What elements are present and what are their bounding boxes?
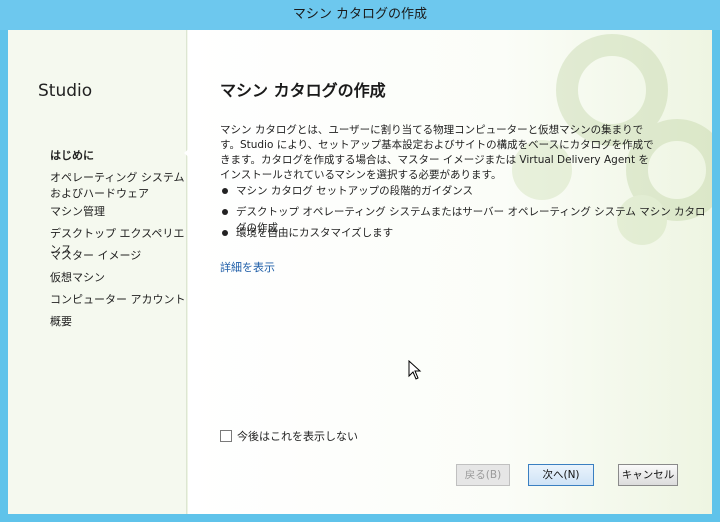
bullet-icon (222, 209, 228, 215)
feature-item: マシン カタログ セットアップの段階的ガイダンス (220, 183, 712, 204)
feature-list: マシン カタログ セットアップの段階的ガイダンス デスクトップ オペレーティング… (220, 183, 712, 246)
step-virtual-machines[interactable]: 仮想マシン (50, 269, 186, 291)
feature-item: デスクトップ オペレーティング システムまたはサーバー オペレーティング システ… (220, 204, 712, 234)
details-link[interactable]: 詳細を表示 (220, 259, 275, 275)
studio-brand: Studio (38, 81, 93, 101)
dialog-window: マシン カタログの作成 Studio はじめに オペレーティング システム および… (0, 0, 720, 522)
dont-show-label: 今後はこれを表示しない (237, 430, 358, 443)
page-heading: マシン カタログの作成 (220, 81, 386, 100)
dont-show-checkbox[interactable] (220, 430, 232, 442)
step-label: マスター イメージ (50, 249, 142, 262)
step-label: コンピューター アカウント (50, 293, 186, 306)
wizard-content: マシン カタログの作成 マシン カタログとは、ユーザーに割り当てる物理コンピュー… (188, 30, 712, 514)
step-computer-accounts[interactable]: コンピューター アカウント (50, 291, 186, 313)
back-button[interactable]: 戻る(B) (456, 464, 510, 486)
step-label: 仮想マシン (50, 271, 105, 284)
feature-text: マシン カタログ セットアップの段階的ガイダンス (236, 185, 474, 197)
dialog-client-area: Studio はじめに オペレーティング システム およびハードウェア マシン管理… (8, 30, 712, 514)
step-machine-management[interactable]: マシン管理 (50, 203, 186, 225)
step-os-hardware[interactable]: オペレーティング システム およびハードウェア (50, 169, 186, 203)
dont-show-again[interactable]: 今後はこれを表示しない (220, 428, 358, 444)
step-label: オペレーティング システム (50, 171, 185, 184)
bullet-icon (222, 230, 228, 236)
step-getting-started[interactable]: はじめに (50, 147, 186, 169)
step-master-image[interactable]: マスター イメージ (50, 247, 186, 269)
step-desktop-experience[interactable]: デスクトップ エクスペリエンス (50, 225, 186, 256)
step-summary[interactable]: 概要 (50, 313, 186, 335)
wizard-sidebar: Studio はじめに オペレーティング システム およびハードウェア マシン管理… (8, 30, 187, 514)
step-label-line2: およびハードウェア (50, 187, 149, 200)
window-title: マシン カタログの作成 (0, 0, 720, 30)
next-button[interactable]: 次へ(N) (528, 464, 594, 486)
step-label: はじめに (50, 149, 94, 162)
wizard-steps: はじめに オペレーティング システム およびハードウェア マシン管理 デスクトップ… (50, 147, 186, 335)
bullet-icon (222, 188, 228, 194)
step-label: マシン管理 (50, 205, 105, 218)
feature-text: 環境を自由にカスタマイズします (236, 227, 394, 239)
mouse-pointer-icon (408, 360, 422, 380)
step-label: 概要 (50, 315, 72, 328)
intro-description: マシン カタログとは、ユーザーに割り当てる物理コンピューターと仮想マシンの集まり… (220, 124, 654, 181)
cancel-button[interactable]: キャンセル (618, 464, 678, 486)
